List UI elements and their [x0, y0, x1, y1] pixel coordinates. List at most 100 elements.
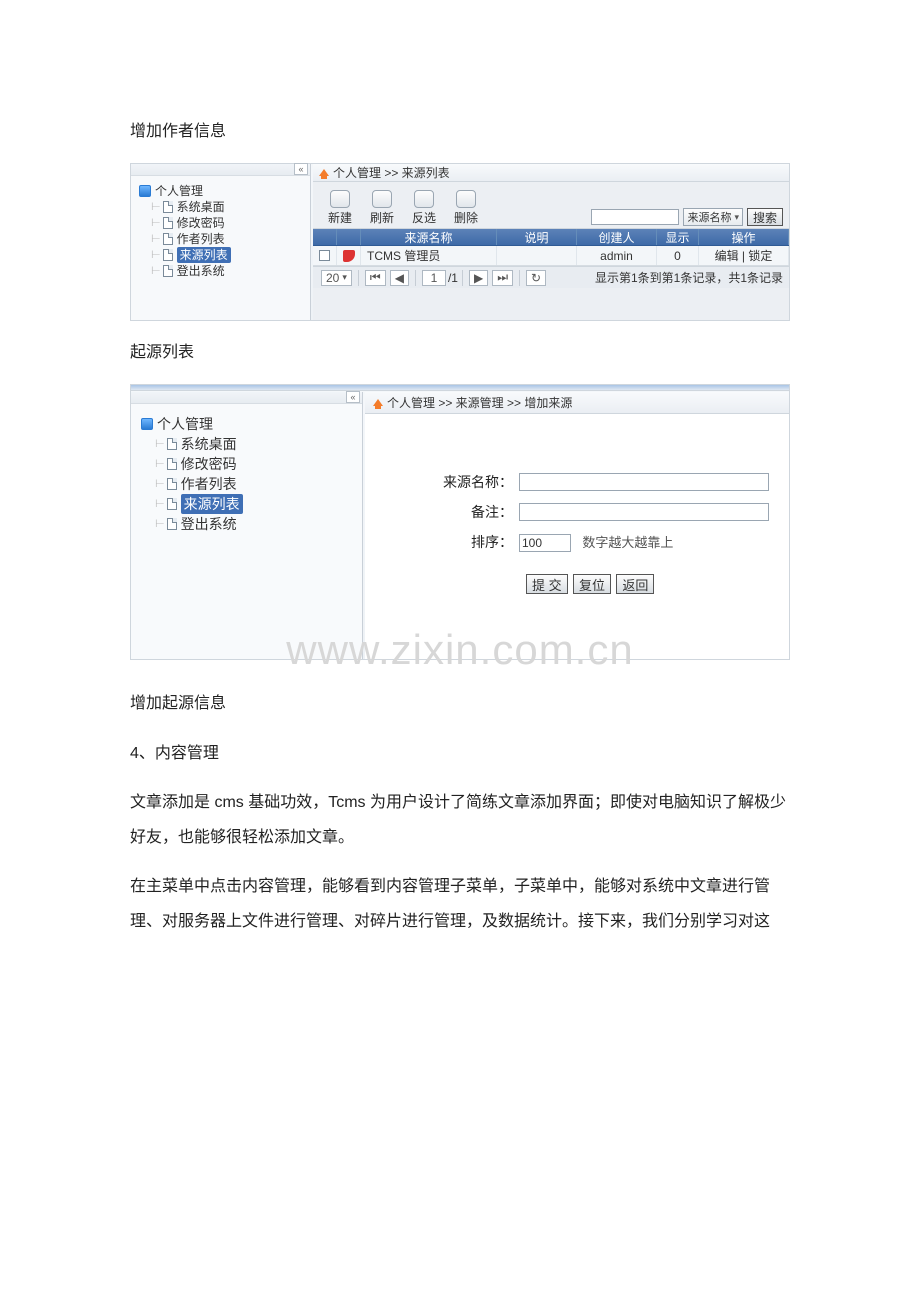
sidebar-header: « [131, 392, 362, 404]
page-icon [167, 518, 177, 530]
next-page-button[interactable]: ▶ [469, 270, 488, 286]
sidebar-item[interactable]: ⊢来源列表 [149, 247, 302, 263]
page-icon [167, 458, 177, 470]
app-icon [139, 185, 151, 197]
label-remark: 备注： [385, 502, 519, 522]
cell-desc [497, 246, 577, 265]
table-row[interactable]: TCMS 管理员 admin 0 编辑 | 锁定 [313, 246, 789, 266]
tree-line-icon: ⊢ [155, 434, 165, 454]
toolbar-button[interactable]: 删除 [445, 190, 487, 226]
main-panel: 个人管理 >> 来源管理 >> 增加来源 来源名称： 备注： 排序： 数字越大越… [365, 392, 789, 659]
search-input[interactable] [591, 209, 679, 225]
breadcrumb-bar: 个人管理 >> 来源列表 [313, 164, 789, 182]
tree-root[interactable]: 个人管理 [139, 182, 302, 199]
tree-line-icon: ⊢ [155, 514, 165, 534]
input-remark[interactable] [519, 503, 769, 521]
sidebar-item[interactable]: ⊢ 登出系统 [153, 514, 352, 534]
search-field-selected: 来源名称 [687, 209, 731, 225]
breadcrumb: 个人管理 >> 来源列表 [333, 164, 450, 181]
tree-root[interactable]: 个人管理 [141, 414, 352, 434]
order-hint: 数字越大越靠上 [582, 535, 673, 550]
page-icon [163, 217, 173, 229]
tree-root-label: 个人管理 [155, 182, 203, 199]
search-field-select[interactable]: 来源名称 ▾ [683, 208, 743, 226]
toolbar-button[interactable]: 新建 [319, 190, 361, 226]
main-panel: 个人管理 >> 来源列表 新建刷新反选删除 来源名称 ▾ 搜索 来源名称 说明 [313, 164, 789, 320]
tree-line-icon: ⊢ [151, 199, 161, 215]
sidebar-item-label: 作者列表 [181, 474, 237, 494]
col-ops: 操作 [699, 229, 789, 245]
screenshot-add-source: « 个人管理 ⊢系统桌面⊢修改密码⊢作者列表⊢来源列表⊢登出系统 个人管理 >>… [130, 384, 790, 660]
home-icon [319, 169, 329, 176]
sidebar-item[interactable]: ⊢ 来源列表 [153, 494, 352, 514]
tool-label: 删除 [445, 209, 487, 226]
pager: 20 ▾ ⏮ ◀ 1 /1 ▶ ⏭ ↻ 显示第1条到第1条记录，共1条记录 [313, 266, 789, 288]
toolbar-button[interactable]: 反选 [403, 190, 445, 226]
page-icon [163, 201, 173, 213]
sidebar-item[interactable]: ⊢ 作者列表 [153, 474, 352, 494]
sidebar-item[interactable]: ⊢系统桌面 [153, 434, 352, 454]
tree-line-icon: ⊢ [151, 231, 161, 247]
paragraph-1: 文章添加是 cms 基础功效，Tcms 为用户设计了简练文章添加界面；即使对电脑… [130, 785, 790, 855]
section-num: 4 [130, 745, 139, 762]
reset-button[interactable]: 复位 [573, 574, 611, 594]
page-input[interactable]: 1 [422, 270, 446, 286]
row-checkbox[interactable] [319, 250, 330, 261]
sidebar-collapse-button[interactable]: « [346, 391, 360, 403]
last-page-button[interactable]: ⏭ [492, 270, 513, 286]
flag-icon [343, 250, 355, 262]
sidebar-item[interactable]: ⊢系统桌面 [149, 199, 302, 215]
cell-creator: admin [577, 246, 657, 265]
page-icon [163, 249, 173, 261]
page-icon [163, 265, 173, 277]
tool-icon [330, 190, 350, 208]
tool-label: 刷新 [361, 209, 403, 226]
page-icon [163, 233, 173, 245]
toolbar: 新建刷新反选删除 来源名称 ▾ 搜索 [313, 182, 789, 228]
sidebar-item-label: 来源列表 [177, 247, 231, 263]
sidebar-item[interactable]: ⊢登出系统 [149, 263, 302, 279]
col-check [313, 229, 337, 245]
nav-tree: 个人管理 ⊢系统桌面⊢修改密码⊢作者列表⊢来源列表⊢登出系统 [131, 404, 362, 544]
back-button[interactable]: 返回 [616, 574, 654, 594]
refresh-button[interactable]: ↻ [526, 270, 546, 286]
tool-icon [414, 190, 434, 208]
tree-line-icon: ⊢ [155, 494, 165, 514]
sidebar-item[interactable]: ⊢修改密码 [153, 454, 352, 474]
cell-name: TCMS 管理员 [361, 246, 497, 265]
input-source-name[interactable] [519, 473, 769, 491]
sidebar-item-label: 作者列表 [177, 231, 225, 247]
sidebar-item-label: 登出系统 [177, 263, 225, 279]
sidebar-item-label: 来源列表 [181, 494, 243, 514]
sidebar-item[interactable]: ⊢ 作者列表 [149, 231, 302, 247]
sidebar-item-label: 修改密码 [181, 454, 237, 474]
col-name: 来源名称 [361, 229, 497, 245]
tool-label: 新建 [319, 209, 361, 226]
chevron-down-icon: ▾ [734, 212, 739, 223]
toolbar-button[interactable]: 刷新 [361, 190, 403, 226]
sidebar-item[interactable]: ⊢修改密码 [149, 215, 302, 231]
section-title: 、内容管理 [139, 745, 219, 762]
caption-source-list: 起源列表 [130, 335, 790, 370]
col-icon [337, 229, 361, 245]
input-order[interactable] [519, 534, 571, 552]
col-desc: 说明 [497, 229, 577, 245]
grid-header: 来源名称 说明 创建人 显示 操作 [313, 228, 789, 246]
sidebar-collapse-button[interactable]: « [294, 163, 308, 175]
tree-line-icon: ⊢ [155, 474, 165, 494]
caption-add-source: 增加起源信息 [130, 686, 790, 721]
sidebar: « 个人管理 ⊢系统桌面⊢修改密码⊢作者列表⊢来源列表⊢登出系统 [131, 392, 363, 659]
first-page-button[interactable]: ⏮ [365, 270, 386, 286]
search-button[interactable]: 搜索 [747, 208, 783, 226]
submit-button[interactable]: 提 交 [526, 574, 568, 594]
label-source-name: 来源名称： [385, 472, 519, 492]
tool-icon [456, 190, 476, 208]
tree-line-icon: ⊢ [151, 215, 161, 231]
sidebar-item-label: 登出系统 [181, 514, 237, 534]
page-icon [167, 438, 177, 450]
page-size-select[interactable]: 20 ▾ [321, 270, 352, 286]
cell-ops[interactable]: 编辑 | 锁定 [699, 246, 789, 265]
prev-page-button[interactable]: ◀ [390, 270, 409, 286]
app-icon [141, 418, 153, 430]
tree-root-label: 个人管理 [157, 414, 213, 434]
